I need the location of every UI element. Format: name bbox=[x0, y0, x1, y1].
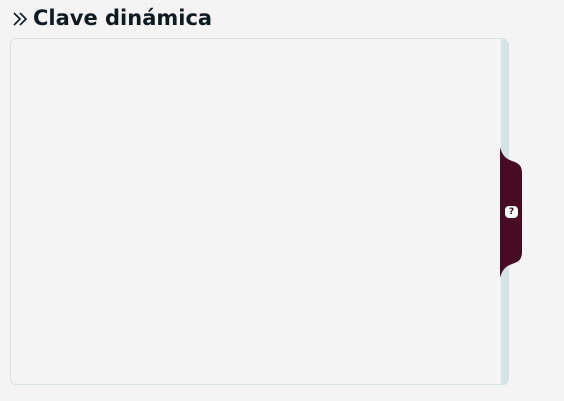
page-header: Clave dinámica bbox=[10, 3, 212, 33]
double-chevron-right-icon bbox=[10, 9, 30, 29]
help-tab-button[interactable]: ? bbox=[500, 147, 522, 278]
page-title: Clave dinámica bbox=[33, 5, 213, 30]
content-panel bbox=[10, 38, 508, 385]
question-icon: ? bbox=[505, 206, 518, 218]
